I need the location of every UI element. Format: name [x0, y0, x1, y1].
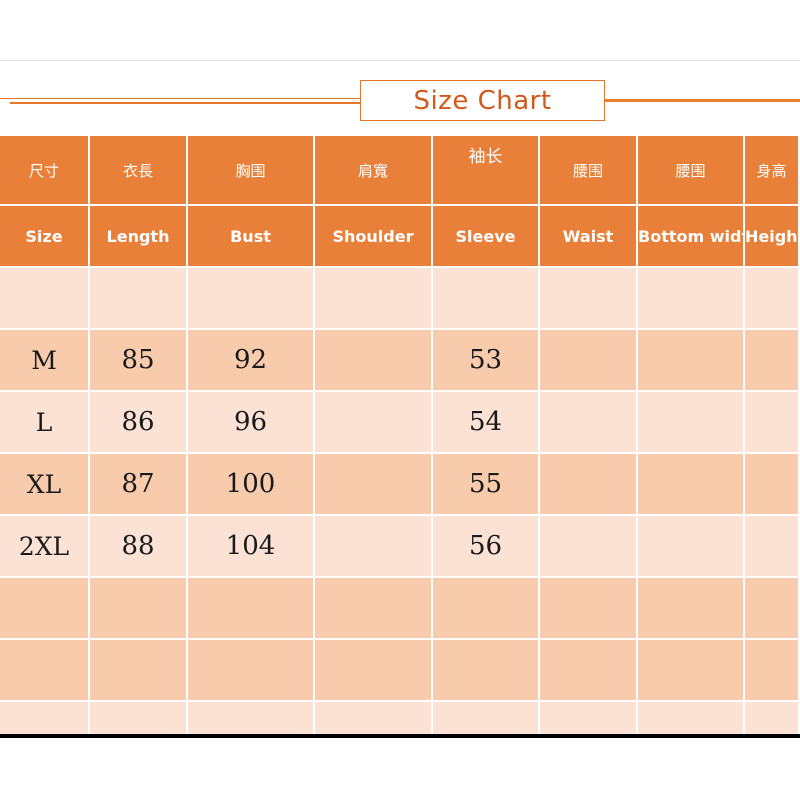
- size-table: 尺寸 衣長 胸围 肩寬 袖长 腰围 腰围 身高 Size Length Bust…: [0, 136, 800, 734]
- cell-length: [90, 640, 188, 702]
- cell-bottom-width: [638, 454, 745, 516]
- title-box: Size Chart: [360, 80, 605, 121]
- table-row: XL 87 100 55: [0, 454, 800, 516]
- cell-waist: [540, 268, 638, 330]
- table-row: [0, 640, 800, 702]
- header-en-waist: Waist: [540, 206, 638, 268]
- cell-bust: [188, 640, 315, 702]
- cell-size: L: [0, 392, 90, 454]
- header-cn-bust: 胸围: [188, 136, 315, 206]
- cell-bottom-width: [638, 392, 745, 454]
- header-en-bust: Bust: [188, 206, 315, 268]
- cell-height: [745, 578, 800, 640]
- cell-length: 86: [90, 392, 188, 454]
- cell-bust: 100: [188, 454, 315, 516]
- cell-size: [0, 702, 90, 734]
- cell-sleeve: [433, 268, 540, 330]
- header-cn-size: 尺寸: [0, 136, 90, 206]
- cell-waist: [540, 702, 638, 734]
- cell-sleeve: [433, 702, 540, 734]
- cell-size: [0, 578, 90, 640]
- cell-shoulder: [315, 516, 433, 578]
- cell-height: [745, 392, 800, 454]
- page-title: Size Chart: [413, 85, 552, 116]
- cell-height: [745, 516, 800, 578]
- header-en-size: Size: [0, 206, 90, 268]
- header-en-shoulder: Shoulder: [315, 206, 433, 268]
- cell-sleeve: [433, 640, 540, 702]
- cell-sleeve: 54: [433, 392, 540, 454]
- cell-waist: [540, 392, 638, 454]
- table-header-row-english: Size Length Bust Shoulder Sleeve Waist B…: [0, 206, 800, 268]
- cell-size: M: [0, 330, 90, 392]
- cell-shoulder: [315, 640, 433, 702]
- cell-waist: [540, 516, 638, 578]
- cell-bust: [188, 578, 315, 640]
- cell-length: 88: [90, 516, 188, 578]
- cell-length: [90, 578, 188, 640]
- cell-bottom-width: [638, 516, 745, 578]
- title-banner: Size Chart: [0, 61, 800, 136]
- cell-bust: [188, 702, 315, 734]
- cell-height: [745, 268, 800, 330]
- cell-bust: [188, 268, 315, 330]
- title-rule-left-lower: [10, 102, 365, 104]
- cell-shoulder: [315, 268, 433, 330]
- cell-height: [745, 454, 800, 516]
- size-chart-page: Size Chart 尺寸 衣長 胸围 肩寬 袖长 腰围 腰围 身高 Size …: [0, 0, 800, 800]
- cell-shoulder: [315, 702, 433, 734]
- cell-bottom-width: [638, 330, 745, 392]
- cell-length: 85: [90, 330, 188, 392]
- header-en-height: Height: [745, 206, 800, 268]
- header-cn-height: 身高: [745, 136, 800, 206]
- header-cn-bottom-width: 腰围: [638, 136, 745, 206]
- cell-bottom-width: [638, 578, 745, 640]
- header-cn-shoulder: 肩寬: [315, 136, 433, 206]
- table-row: L 86 96 54: [0, 392, 800, 454]
- cell-shoulder: [315, 392, 433, 454]
- header-en-sleeve: Sleeve: [433, 206, 540, 268]
- table-row: [0, 702, 800, 734]
- cell-bottom-width: [638, 640, 745, 702]
- cell-height: [745, 702, 800, 734]
- table-row: 2XL 88 104 56: [0, 516, 800, 578]
- cell-size: [0, 640, 90, 702]
- table-header-row-chinese: 尺寸 衣長 胸围 肩寬 袖长 腰围 腰围 身高: [0, 136, 800, 206]
- cell-shoulder: [315, 330, 433, 392]
- cell-sleeve: [433, 578, 540, 640]
- cell-shoulder: [315, 578, 433, 640]
- header-en-length: Length: [90, 206, 188, 268]
- title-rule-left-upper: [0, 98, 365, 99]
- cell-length: 87: [90, 454, 188, 516]
- cell-bust: 96: [188, 392, 315, 454]
- cell-bottom-width: [638, 702, 745, 734]
- cell-bust: 92: [188, 330, 315, 392]
- cell-height: [745, 330, 800, 392]
- cell-size: 2XL: [0, 516, 90, 578]
- title-rule-right: [604, 99, 800, 102]
- cell-sleeve: 56: [433, 516, 540, 578]
- cell-sleeve: 53: [433, 330, 540, 392]
- cell-size: XL: [0, 454, 90, 516]
- cell-height: [745, 640, 800, 702]
- cell-waist: [540, 330, 638, 392]
- cell-shoulder: [315, 454, 433, 516]
- table-row: [0, 268, 800, 330]
- header-cn-waist: 腰围: [540, 136, 638, 206]
- table-row: [0, 578, 800, 640]
- cell-waist: [540, 640, 638, 702]
- cell-size: [0, 268, 90, 330]
- table-row: M 85 92 53: [0, 330, 800, 392]
- header-en-bottom-width: Bottom width: [638, 206, 745, 268]
- header-cn-sleeve: 袖长: [433, 136, 540, 206]
- cell-bottom-width: [638, 268, 745, 330]
- cell-sleeve: 55: [433, 454, 540, 516]
- cell-waist: [540, 578, 638, 640]
- cell-bust: 104: [188, 516, 315, 578]
- size-table-container: 尺寸 衣長 胸围 肩寬 袖长 腰围 腰围 身高 Size Length Bust…: [0, 136, 800, 738]
- cell-length: [90, 702, 188, 734]
- header-cn-length: 衣長: [90, 136, 188, 206]
- cell-length: [90, 268, 188, 330]
- cell-waist: [540, 454, 638, 516]
